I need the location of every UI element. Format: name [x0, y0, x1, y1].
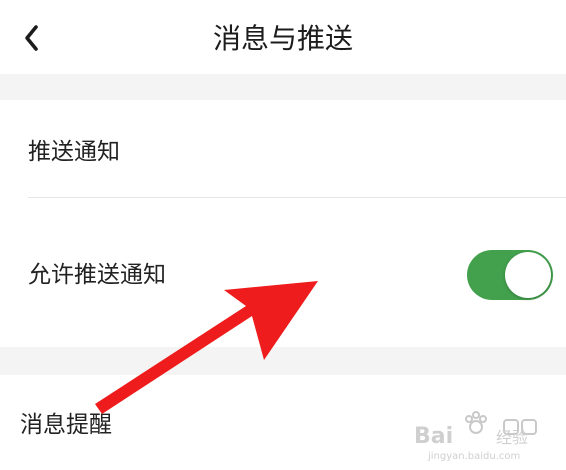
message-reminder-label: 消息提醒 — [20, 412, 112, 438]
settings-page: 消息与推送 推送通知 允许推送通知 消息提醒 Bai 经验 jingyan.ba — [0, 0, 566, 470]
toggle-knob — [505, 252, 551, 298]
push-notification-section-header: 推送通知 — [0, 100, 566, 198]
message-reminder-row[interactable]: 消息提醒 — [0, 375, 566, 470]
allow-push-label: 允许推送通知 — [28, 262, 166, 288]
section-gap — [0, 74, 566, 100]
allow-push-row[interactable]: 允许推送通知 — [0, 198, 566, 347]
push-notification-label: 推送通知 — [28, 139, 120, 165]
allow-push-toggle[interactable] — [467, 250, 553, 300]
nav-header: 消息与推送 — [0, 0, 566, 74]
page-title: 消息与推送 — [212, 22, 353, 55]
section-gap — [0, 347, 566, 375]
